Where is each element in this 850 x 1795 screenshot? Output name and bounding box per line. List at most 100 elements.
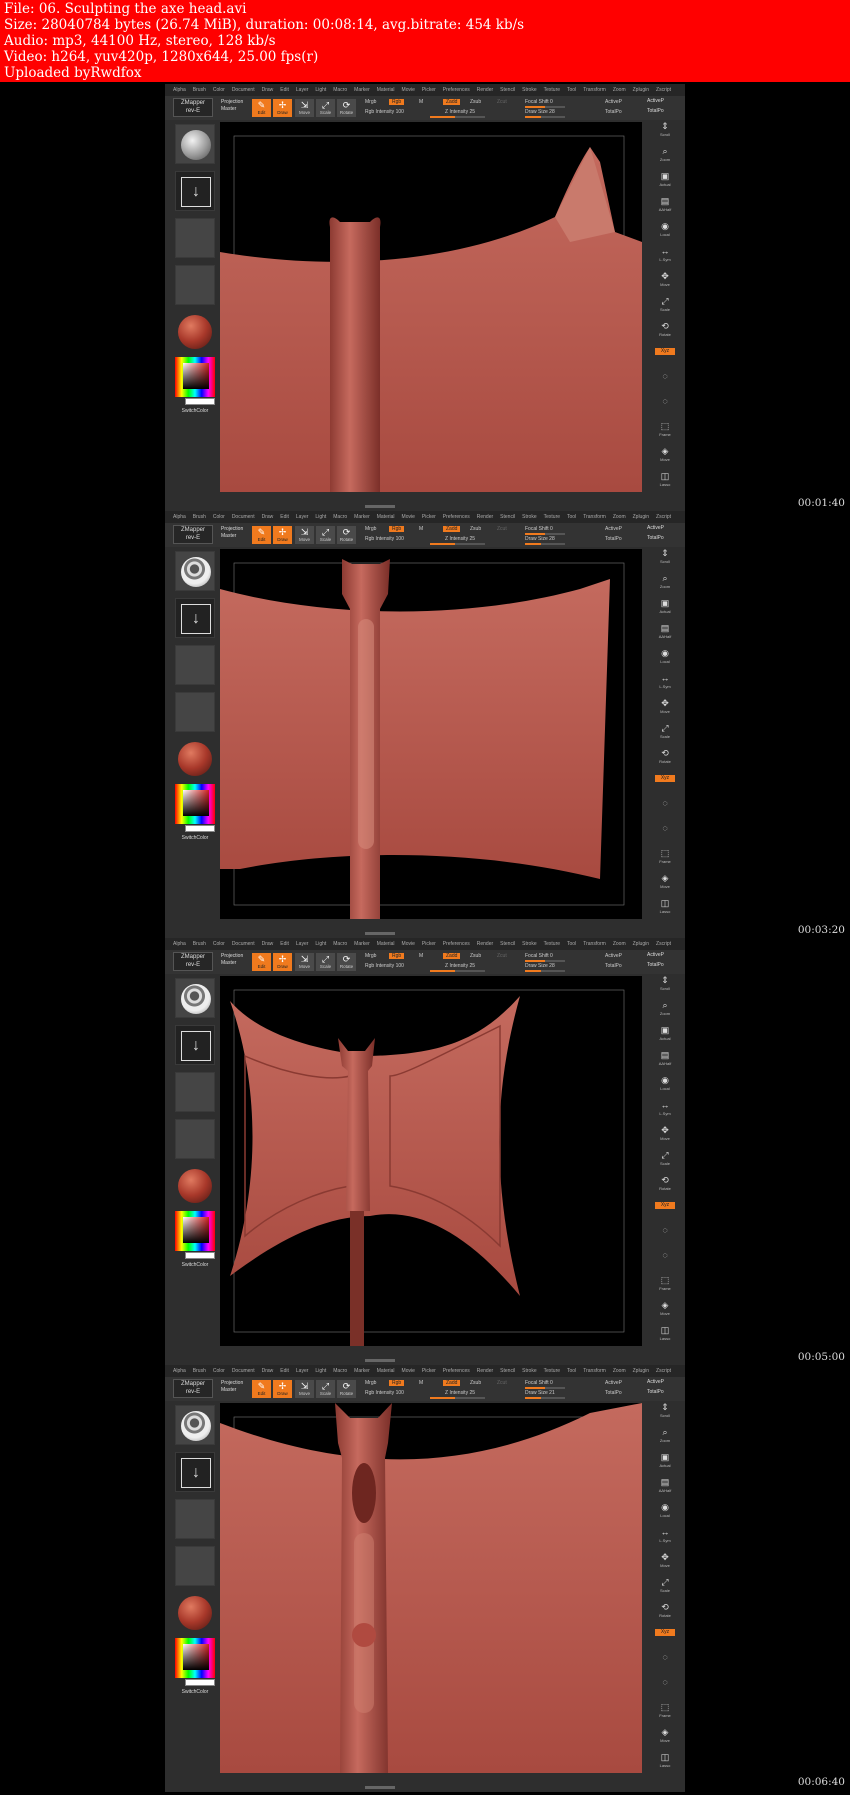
m-toggle[interactable]: M [419,99,423,105]
m-toggle[interactable]: M [419,953,423,959]
menu-edit[interactable]: Edit [280,941,289,947]
menu-brush[interactable]: Brush [193,1368,206,1374]
lsym-button[interactable]: ↔ L.Sym [655,1526,675,1546]
menu-zscript[interactable]: Zscript [656,1368,671,1374]
color-picker[interactable] [175,1638,215,1686]
menu-document[interactable]: Document [232,941,255,947]
menu-color[interactable]: Color [213,941,225,947]
menu-render[interactable]: Render [477,514,493,520]
menu-macro[interactable]: Macro [333,941,347,947]
z-intensity-track[interactable] [445,970,485,972]
menu-marker[interactable]: Marker [354,941,370,947]
move-button[interactable]: ◈ Move [655,445,675,465]
brush-selector[interactable] [175,124,215,164]
frame-button[interactable]: ⬚ Frame [655,1274,675,1294]
draw-button[interactable]: ✢ Draw [273,953,292,971]
tool-11-button[interactable]: ◌ [655,822,675,842]
menu-document[interactable]: Document [232,514,255,520]
mrgb-toggle[interactable]: Mrgb [365,953,376,959]
actual-button[interactable]: ▣ Actual [655,170,675,190]
menu-transform[interactable]: Transform [583,941,606,947]
canvas-viewport[interactable] [220,1403,642,1773]
m-toggle[interactable]: M [419,526,423,532]
move-button[interactable]: ⇲ Move [295,1380,314,1398]
switch-color-button[interactable]: SwitchColor [173,1689,217,1695]
switch-color-button[interactable]: SwitchColor [173,835,217,841]
zcut-toggle[interactable]: Zcut [497,526,507,532]
aahalf-button[interactable]: ▤ AAHalf [655,1049,675,1069]
zmapper-button[interactable]: ZMapper rev-E [173,1379,213,1398]
menu-layer[interactable]: Layer [296,87,309,93]
menu-draw[interactable]: Draw [262,87,274,93]
lasso-button[interactable]: ◫ Lasso [655,470,675,490]
rotate-button[interactable]: ⟳ Rotate [337,1380,356,1398]
menu-tool[interactable]: Tool [567,514,576,520]
menu-light[interactable]: Light [315,514,326,520]
mrgb-toggle[interactable]: Mrgb [365,99,376,105]
draw-size-slider[interactable]: Draw Size 28 [525,109,555,115]
menu-render[interactable]: Render [477,1368,493,1374]
menu-edit[interactable]: Edit [280,514,289,520]
projection-master-button[interactable]: Projection Master [221,99,251,113]
menu-texture[interactable]: Texture [544,1368,560,1374]
texture-selector[interactable] [175,692,215,732]
alpha-selector[interactable] [175,218,215,258]
rotate-button[interactable]: ⟳ Rotate [337,953,356,971]
move-button[interactable]: ✥ Move [655,1124,675,1144]
menu-stroke[interactable]: Stroke [522,87,536,93]
menu-stencil[interactable]: Stencil [500,514,515,520]
actual-button[interactable]: ▣ Actual [655,1024,675,1044]
focal-shift-track[interactable] [525,1387,565,1389]
xyz-button[interactable]: Xyz [655,345,675,365]
menu-edit[interactable]: Edit [280,1368,289,1374]
zsub-toggle[interactable]: Zsub [470,1380,481,1386]
scroll-button[interactable]: ⇕ Scroll [655,1401,675,1421]
rgb-toggle[interactable]: Rgb [389,953,405,959]
edit-button[interactable]: ✎ Edit [252,953,271,971]
menu-transform[interactable]: Transform [583,514,606,520]
menu-light[interactable]: Light [315,1368,326,1374]
color-picker[interactable] [175,1211,215,1259]
menu-transform[interactable]: Transform [583,1368,606,1374]
actual-button[interactable]: ▣ Actual [655,1451,675,1471]
scale-button[interactable]: ⤢ Scale [655,295,675,315]
color-picker[interactable] [175,784,215,832]
scroll-handle[interactable] [365,1359,395,1362]
stroke-selector[interactable]: ↓ [175,1025,215,1065]
menu-alpha[interactable]: Alpha [173,1368,186,1374]
menu-movie[interactable]: Movie [402,941,415,947]
menu-zplugin[interactable]: Zplugin [633,87,649,93]
menu-light[interactable]: Light [315,941,326,947]
tool-11-button[interactable]: ◌ [655,1249,675,1269]
zoom-button[interactable]: ⌕ Zoom [655,572,675,592]
actual-button[interactable]: ▣ Actual [655,597,675,617]
menu-brush[interactable]: Brush [193,87,206,93]
projection-master-button[interactable]: Projection Master [221,1380,251,1394]
material-selector[interactable] [175,312,215,352]
menu-zplugin[interactable]: Zplugin [633,1368,649,1374]
rotate-button[interactable]: ⟲ Rotate [655,1601,675,1621]
menu-tool[interactable]: Tool [567,87,576,93]
draw-size-slider[interactable]: Draw Size 28 [525,963,555,969]
menu-preferences[interactable]: Preferences [443,941,470,947]
zmapper-button[interactable]: ZMapper rev-E [173,952,213,971]
tool-10-button[interactable]: ◌ [655,797,675,817]
menu-picker[interactable]: Picker [422,941,436,947]
move-button[interactable]: ⇲ Move [295,99,314,117]
rotate-button[interactable]: ⟲ Rotate [655,320,675,340]
focal-shift-slider[interactable]: Focal Shift 0 [525,1380,553,1386]
focal-shift-track[interactable] [525,960,565,962]
xyz-button[interactable]: Xyz [655,772,675,792]
zadd-toggle[interactable]: Zadd [443,953,461,959]
zadd-toggle[interactable]: Zadd [443,99,461,105]
focal-shift-track[interactable] [525,533,565,535]
stroke-selector[interactable]: ↓ [175,598,215,638]
scale-button[interactable]: ⤢ Scale [316,526,335,544]
rgb-intensity-slider[interactable]: Rgb Intensity 100 [365,109,404,115]
rgb-intensity-slider[interactable]: Rgb Intensity 100 [365,1390,404,1396]
scroll-button[interactable]: ⇕ Scroll [655,120,675,140]
lasso-button[interactable]: ◫ Lasso [655,1751,675,1771]
menu-zscript[interactable]: Zscript [656,87,671,93]
menu-material[interactable]: Material [377,1368,395,1374]
scale-button[interactable]: ⤢ Scale [316,1380,335,1398]
